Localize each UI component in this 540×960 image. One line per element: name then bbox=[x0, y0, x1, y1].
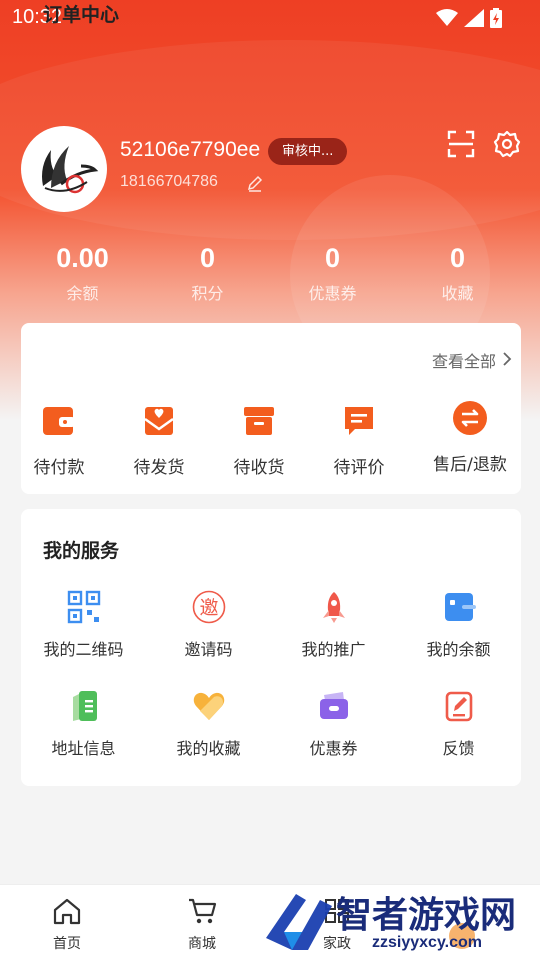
service-invite-code[interactable]: 邀 邀请码 bbox=[146, 590, 271, 660]
watermark-url: zzsiyyxcy.com bbox=[372, 934, 482, 951]
tab-home[interactable]: 首页 bbox=[17, 897, 117, 953]
avatar[interactable] bbox=[21, 126, 107, 212]
cart-icon bbox=[189, 898, 217, 924]
service-my-promotion[interactable]: 我的推广 bbox=[271, 590, 396, 660]
stats-row: 0.00 余额 0 积分 0 优惠券 0 收藏 bbox=[20, 240, 520, 310]
order-label: 待收货 bbox=[233, 458, 285, 478]
gear-icon[interactable] bbox=[493, 130, 521, 158]
watermark-text: 智者游戏网 bbox=[336, 894, 517, 935]
stat-label: 收藏 bbox=[441, 284, 474, 303]
service-label: 邀请码 bbox=[184, 640, 233, 659]
service-label: 我的推广 bbox=[301, 640, 366, 659]
order-label: 待发货 bbox=[133, 458, 185, 478]
tab-label: 商城 bbox=[188, 936, 216, 952]
service-label: 反馈 bbox=[442, 739, 475, 758]
service-my-qrcode[interactable]: 我的二维码 bbox=[21, 590, 146, 660]
address-book-icon bbox=[72, 691, 97, 721]
order-pending-receipt[interactable]: 待收货 bbox=[209, 403, 309, 478]
service-label: 我的余额 bbox=[426, 640, 491, 659]
comment-icon bbox=[345, 407, 373, 435]
phone-number: 18166704786 bbox=[120, 173, 218, 190]
stat-value: 0 bbox=[199, 243, 216, 273]
stat-value: 0 bbox=[324, 243, 341, 273]
balance-card-icon bbox=[444, 593, 476, 621]
service-label: 优惠券 bbox=[309, 739, 358, 758]
wifi-icon bbox=[436, 9, 458, 26]
status-icons bbox=[436, 8, 502, 28]
order-label: 待付款 bbox=[33, 458, 85, 478]
qrcode-icon bbox=[67, 590, 100, 624]
stat-balance[interactable]: 0.00 余额 bbox=[20, 240, 145, 310]
order-pending-shipment[interactable]: 待发货 bbox=[109, 403, 209, 478]
stat-value: 0.00 bbox=[56, 243, 109, 273]
service-label: 我的收藏 bbox=[176, 739, 241, 758]
review-status-badge: 审核中... bbox=[268, 138, 348, 165]
order-pending-payment[interactable]: 待付款 bbox=[9, 403, 109, 478]
heart-icon bbox=[193, 692, 224, 720]
coupon-wallet-icon bbox=[319, 692, 348, 719]
order-pending-review[interactable]: 待评价 bbox=[309, 403, 409, 478]
service-label: 我的二维码 bbox=[43, 640, 124, 659]
stat-points[interactable]: 0 积分 bbox=[145, 240, 270, 310]
wallet-icon bbox=[43, 407, 75, 435]
feedback-edit-icon bbox=[445, 691, 472, 722]
edit-icon[interactable] bbox=[246, 174, 264, 192]
order-label: 售后/退款 bbox=[433, 455, 507, 475]
order-center-title: 订单中心 bbox=[43, 4, 120, 26]
invite-stamp-icon: 邀 bbox=[192, 590, 225, 624]
stat-label: 优惠券 bbox=[308, 284, 357, 303]
service-address-info[interactable]: 地址信息 bbox=[21, 689, 146, 759]
stat-favorites[interactable]: 0 收藏 bbox=[395, 240, 520, 310]
tab-mall[interactable]: 商城 bbox=[152, 897, 252, 953]
swan-logo-icon bbox=[42, 146, 99, 194]
service-feedback[interactable]: 反馈 bbox=[396, 689, 521, 759]
home-icon bbox=[53, 898, 81, 925]
rocket-icon bbox=[322, 592, 345, 623]
username: 52106e7790ee bbox=[120, 138, 261, 161]
scan-icon[interactable] bbox=[447, 130, 475, 158]
service-my-balance[interactable]: 我的余额 bbox=[396, 590, 521, 660]
battery-icon bbox=[490, 8, 502, 28]
service-coupons[interactable]: 优惠券 bbox=[271, 689, 396, 759]
stat-coupons[interactable]: 0 优惠券 bbox=[270, 240, 395, 310]
order-label: 待评价 bbox=[333, 458, 385, 478]
stat-value: 0 bbox=[449, 243, 466, 273]
order-after-sales[interactable]: 售后/退款 bbox=[420, 400, 520, 475]
package-heart-icon bbox=[144, 407, 174, 435]
service-label: 地址信息 bbox=[51, 739, 116, 758]
my-services-title: 我的服务 bbox=[43, 540, 120, 562]
tab-label: 首页 bbox=[53, 936, 81, 952]
exchange-icon bbox=[453, 401, 487, 435]
signal-icon bbox=[464, 9, 484, 27]
chevron-right-icon[interactable] bbox=[501, 350, 513, 368]
stat-label: 积分 bbox=[191, 284, 224, 303]
invite-glyph: 邀 bbox=[199, 597, 218, 619]
stat-label: 余额 bbox=[66, 284, 99, 303]
service-my-favorites[interactable]: 我的收藏 bbox=[146, 689, 271, 759]
see-all-orders-link[interactable]: 查看全部 bbox=[432, 348, 496, 372]
box-icon bbox=[244, 407, 274, 435]
